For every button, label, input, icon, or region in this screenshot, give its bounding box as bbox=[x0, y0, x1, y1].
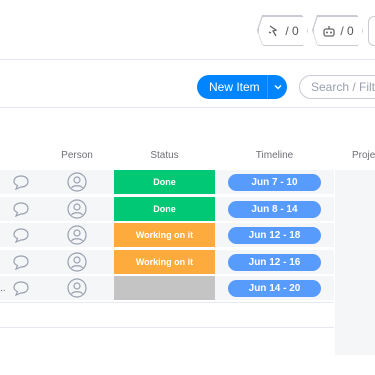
timeline-pill[interactable]: Jun 14 - 20 bbox=[228, 280, 321, 297]
automation-icon bbox=[269, 25, 278, 37]
chat-bubble-icon[interactable] bbox=[12, 173, 30, 191]
column-header-person[interactable]: Person bbox=[52, 150, 102, 161]
status-cell[interactable]: Working on it bbox=[114, 250, 215, 274]
timeline-pill[interactable]: Jun 12 - 16 bbox=[228, 254, 321, 271]
column-header-status[interactable]: Status bbox=[114, 150, 215, 161]
chat-bubble-icon[interactable] bbox=[12, 226, 30, 244]
toolbar-divider bbox=[0, 107, 375, 108]
automations-button[interactable]: / 0 bbox=[258, 16, 308, 46]
person-avatar-icon[interactable] bbox=[67, 199, 87, 219]
status-cell[interactable]: Done bbox=[114, 170, 215, 194]
footer-divider bbox=[0, 327, 334, 328]
search-placeholder: Search / Filter bbox=[311, 80, 375, 94]
chat-bubble-icon[interactable] bbox=[12, 279, 30, 297]
new-item-label: New Item bbox=[209, 80, 260, 94]
search-input[interactable]: Search / Filter bbox=[299, 75, 375, 99]
chevron-down-icon[interactable] bbox=[268, 82, 287, 92]
timeline-pill[interactable]: Jun 12 - 18 bbox=[228, 227, 321, 244]
person-avatar-icon[interactable] bbox=[67, 225, 87, 245]
header-divider bbox=[0, 59, 375, 60]
new-item-button[interactable]: New Item bbox=[197, 75, 287, 99]
person-avatar-icon[interactable] bbox=[67, 172, 87, 192]
status-cell[interactable] bbox=[114, 276, 215, 300]
timeline-pill[interactable]: Jun 8 - 14 bbox=[228, 201, 321, 218]
project-column bbox=[335, 170, 375, 355]
integration-icon bbox=[323, 26, 335, 37]
person-avatar-icon[interactable] bbox=[67, 278, 87, 298]
integrations-count: / 0 bbox=[340, 24, 354, 38]
automations-count: / 0 bbox=[285, 24, 299, 38]
cut-off-button[interactable] bbox=[368, 16, 375, 46]
truncated-item-name: .. bbox=[0, 283, 6, 294]
status-cell[interactable]: Working on it bbox=[114, 223, 215, 247]
chat-bubble-icon[interactable] bbox=[12, 200, 30, 218]
column-header-project[interactable]: Proje bbox=[352, 150, 375, 161]
integrations-button[interactable]: / 0 bbox=[313, 16, 363, 46]
timeline-pill[interactable]: Jun 7 - 10 bbox=[228, 174, 321, 191]
person-avatar-icon[interactable] bbox=[67, 252, 87, 272]
chat-bubble-icon[interactable] bbox=[12, 253, 30, 271]
status-cell[interactable]: Done bbox=[114, 197, 215, 221]
add-row-divider bbox=[0, 302, 334, 303]
column-header-timeline[interactable]: Timeline bbox=[228, 150, 321, 161]
